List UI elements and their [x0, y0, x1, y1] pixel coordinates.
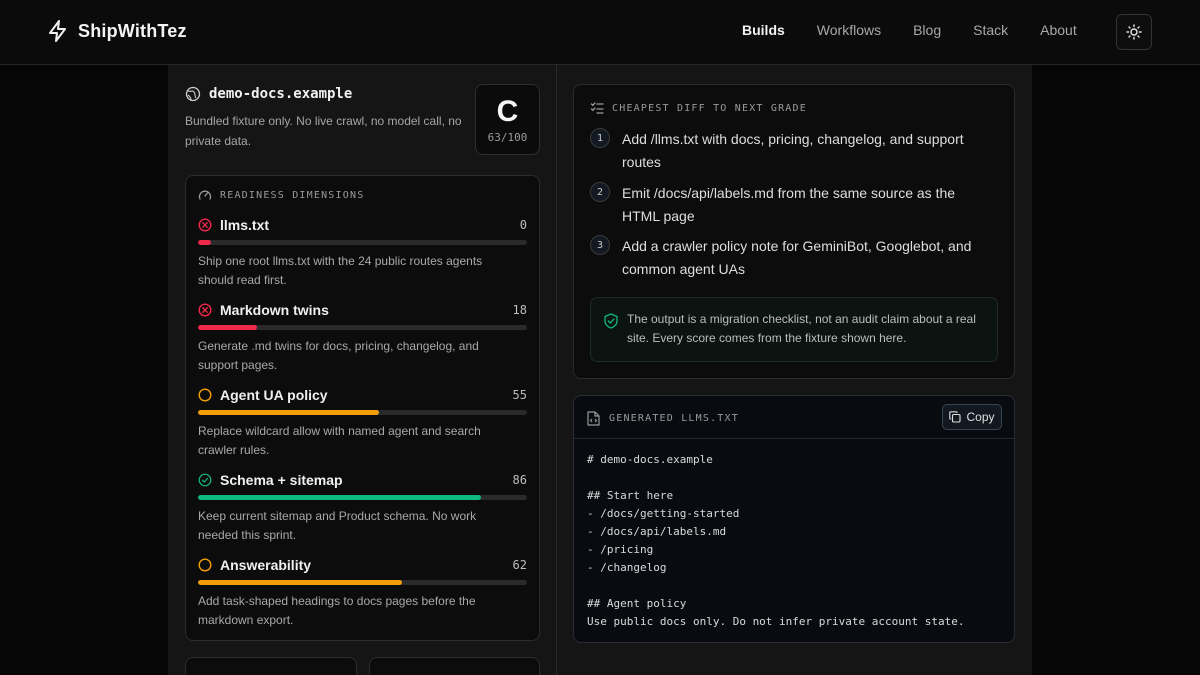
dimension-bar-fill	[198, 495, 481, 500]
dimension-bar-fill	[198, 325, 258, 330]
dimension-bar-fill	[198, 580, 402, 585]
step-number: 1	[590, 128, 610, 148]
diff-step: 3 Add a crawler policy note for GeminiBo…	[590, 235, 992, 281]
dimension-bar	[198, 410, 527, 415]
llms-txt-code[interactable]: # demo-docs.example ## Start here - /doc…	[587, 451, 965, 631]
diff-step: 1 Add /llms.txt with docs, pricing, chan…	[590, 128, 992, 174]
theme-toggle-button[interactable]	[1116, 14, 1152, 50]
generated-label: GENERATED LLMS.TXT	[609, 413, 739, 424]
dimension-description: Generate .md twins for docs, pricing, ch…	[198, 339, 479, 372]
dimension-row: Answerability 62 Add task-shaped headings …	[198, 556, 527, 630]
dimension-name: Schema + sitemap	[220, 472, 343, 488]
dimension-bar-fill	[198, 410, 379, 415]
step-number: 2	[590, 182, 610, 202]
dimension-name: Markdown twins	[220, 302, 329, 318]
dimension-row: Agent UA policy 55 Replace wildcard allow …	[198, 386, 527, 460]
generated-code-card: GENERATED LLMS.TXT Copy # demo-docs.exam…	[573, 395, 1015, 643]
diff-step: 2 Emit /docs/api/labels.md from the same…	[590, 182, 992, 228]
copy-button[interactable]: Copy	[942, 404, 1002, 430]
brand-link[interactable]: ShipWithTez	[48, 20, 187, 42]
error-circle-icon	[198, 218, 212, 232]
shield-check-icon	[604, 313, 618, 329]
nav-link-builds[interactable]: Builds	[742, 22, 785, 38]
dimension-header: Schema + sitemap 86	[198, 471, 527, 489]
lightning-icon	[49, 20, 66, 42]
dimension-bar	[198, 580, 527, 585]
dimension-description: Add task-shaped headings to docs pages b…	[198, 594, 476, 627]
bottom-card-right	[369, 657, 540, 675]
dimension-row: llms.txt 0 Ship one root llms.txt with the…	[198, 216, 527, 290]
warning-circle-icon	[198, 388, 212, 402]
bottom-card-left	[185, 657, 357, 675]
dimension-score: 0	[519, 218, 527, 232]
site-name: demo-docs.example	[209, 86, 353, 102]
dimension-row: Schema + sitemap 86 Keep current sitemap a…	[198, 471, 527, 545]
diff-label: CHEAPEST DIFF TO NEXT GRADE	[612, 103, 807, 114]
dimension-header: Agent UA policy 55	[198, 386, 527, 404]
dimension-name: Agent UA policy	[220, 387, 328, 403]
globe-icon	[185, 86, 201, 102]
nav-link-about[interactable]: About	[1040, 22, 1077, 38]
dimension-header: llms.txt 0	[198, 216, 527, 234]
copy-label: Copy	[966, 410, 995, 424]
dimension-bar	[198, 495, 527, 500]
dimension-bar	[198, 240, 527, 245]
error-circle-icon	[198, 303, 212, 317]
step-number: 3	[590, 235, 610, 255]
brand-name: ShipWithTez	[78, 20, 187, 41]
readiness-label: READINESS DIMENSIONS	[220, 190, 365, 201]
sun-icon	[1126, 24, 1142, 40]
dimension-row: Markdown twins 18 Generate .md twins for d…	[198, 301, 527, 375]
nav-links: Builds Workflows Blog Stack About	[726, 22, 1093, 38]
site-description: Bundled fixture only. No live crawl, no …	[185, 114, 462, 148]
dimension-score: 86	[512, 473, 527, 487]
note-text: The output is a migration checklist, not…	[627, 312, 976, 345]
top-nav: ShipWithTez Builds Workflows Blog Stack …	[0, 0, 1200, 65]
step-text: Add /llms.txt with docs, pricing, change…	[622, 131, 964, 170]
check-circle-icon	[198, 473, 212, 487]
copy-icon	[949, 411, 962, 423]
dimension-description: Ship one root llms.txt with the 24 publi…	[198, 254, 483, 287]
grade-score: 63/100	[487, 131, 528, 144]
grade-badge: C 63/100	[475, 84, 540, 155]
dimension-score: 62	[512, 558, 527, 572]
dimension-description: Replace wildcard allow with named agent …	[198, 424, 481, 457]
step-text: Add a crawler policy note for GeminiBot,…	[622, 238, 972, 277]
checklist-icon	[590, 102, 604, 114]
dimension-name: Answerability	[220, 557, 312, 573]
nav-link-workflows[interactable]: Workflows	[817, 22, 881, 38]
grade-letter: C	[496, 95, 519, 128]
warning-circle-icon	[198, 558, 212, 572]
dimension-bar	[198, 325, 527, 330]
dimension-name: llms.txt	[220, 217, 270, 233]
dimension-score: 55	[512, 388, 527, 402]
nav-link-blog[interactable]: Blog	[913, 22, 941, 38]
gauge-icon	[198, 190, 212, 200]
dimension-header: Markdown twins 18	[198, 301, 527, 319]
disclaimer-note: The output is a migration checklist, not…	[590, 297, 998, 362]
step-text: Emit /docs/api/labels.md from the same s…	[622, 185, 956, 224]
dimension-header: Answerability 62	[198, 556, 527, 574]
dimension-description: Keep current sitemap and Product schema.…	[198, 509, 477, 542]
code-card-header: GENERATED LLMS.TXT Copy	[574, 396, 1014, 439]
nav-link-stack[interactable]: Stack	[973, 22, 1008, 38]
file-code-icon	[587, 411, 600, 426]
dimension-bar-fill	[198, 240, 212, 245]
dimension-score: 18	[512, 303, 527, 317]
